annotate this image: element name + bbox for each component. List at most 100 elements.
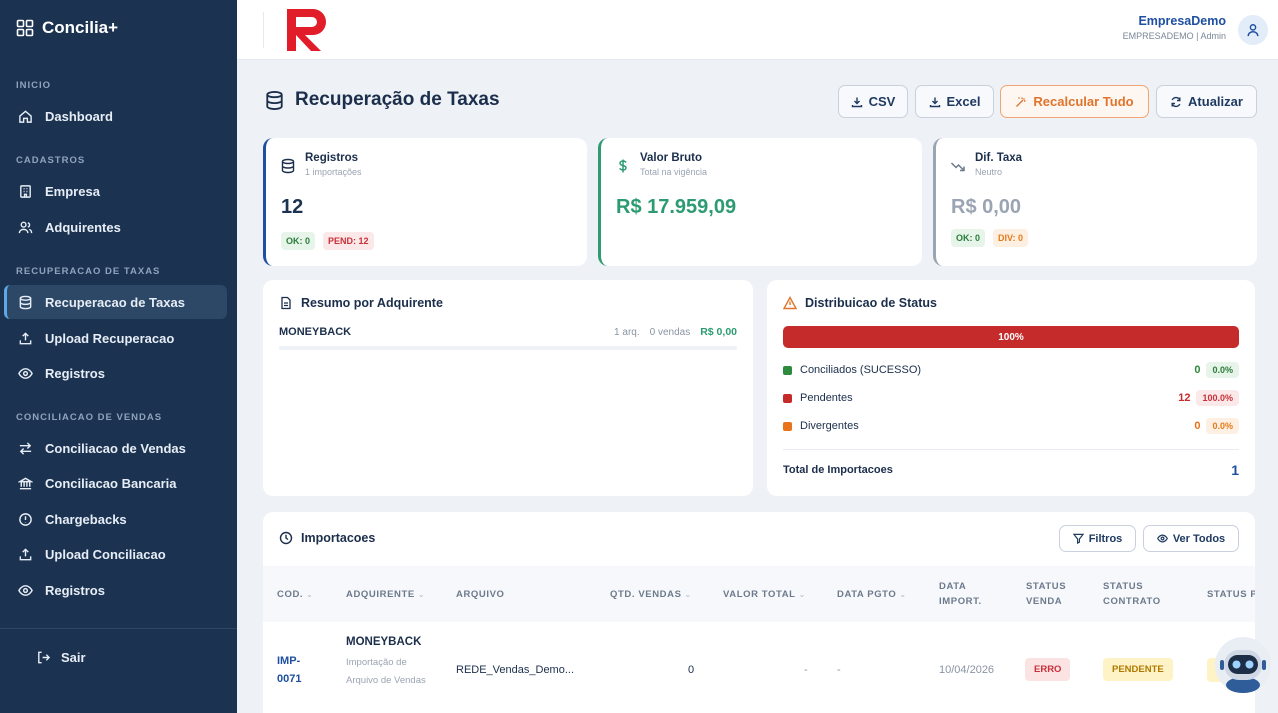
column-header-qtd-vendas[interactable]: QTD. VENDAS ⌄ — [610, 587, 692, 602]
status-badge: ERRO — [1025, 658, 1071, 681]
stat-subtitle: 1 importações — [305, 167, 362, 177]
panel-title: Distribuicao de Status — [783, 296, 937, 310]
page-title: Recuperação de Taxas — [264, 89, 500, 111]
database-icon — [281, 158, 295, 174]
resumo-panel: Resumo por Adquirente MONEYBACK 1 arq. 0… — [263, 280, 753, 496]
sidebar-item-upload-conciliacao[interactable]: Upload Conciliacao — [4, 537, 227, 571]
sales-count: 0 vendas — [649, 326, 691, 338]
column-header-status-p[interactable]: STATUS P — [1207, 587, 1255, 602]
column-header-valor-total[interactable]: VALOR TOTAL ⌄ — [723, 587, 806, 602]
list-item[interactable]: MONEYBACK 1 arq. 0 vendas R$ 0,00 — [279, 326, 737, 338]
pending-badge: PEND: 12 — [323, 232, 374, 250]
clock-icon — [279, 531, 293, 545]
logout-button[interactable]: Sair — [36, 650, 86, 665]
import-date: 10/04/2026 — [939, 664, 995, 676]
stat-card-dif-taxa: Dif. Taxa Neutro R$ 0,00 OK: 0 DIV: 0 — [933, 138, 1257, 266]
stat-card-registros: Registros 1 importações 12 OK: 0 PEND: 1… — [263, 138, 587, 266]
topbar: EmpresaDemo EMPRESADEMO | Admin — [237, 0, 1278, 60]
stat-card-valor-bruto: Valor Bruto Total na vigência R$ 17.959,… — [598, 138, 922, 266]
sidebar: Concilia+ INICIO Dashboard CADASTROS Emp… — [0, 0, 237, 713]
stat-value: R$ 0,00 — [951, 196, 1022, 218]
column-header-data-import[interactable]: DATA IMPORT. — [939, 579, 995, 609]
stat-subtitle: Total na vigência — [640, 167, 708, 177]
stat-title: Valor Bruto — [640, 152, 702, 164]
database-icon — [266, 90, 283, 110]
sidebar-item-conciliacao-bancaria[interactable]: Conciliacao Bancaria — [4, 466, 227, 500]
export-excel-button[interactable]: Excel — [915, 85, 994, 118]
total-imports-value: 1 — [1231, 462, 1239, 478]
ok-badge: OK: 0 — [951, 229, 986, 247]
section-conciliacao: CONCILIACAO DE VENDAS — [16, 412, 163, 423]
avatar[interactable] — [1238, 15, 1268, 45]
imports-panel: Importacoes Filtros Ver Todos COD. ⌄ ADQU… — [263, 512, 1255, 713]
app-name: Concilia+ — [42, 18, 119, 37]
stat-title: Registros — [305, 152, 359, 164]
sidebar-item-chargebacks[interactable]: Chargebacks — [4, 502, 227, 536]
sidebar-item-registros-conciliacao[interactable]: Registros — [4, 573, 227, 607]
export-csv-button[interactable]: CSV — [838, 85, 908, 118]
legend-swatch — [783, 365, 792, 375]
user-icon — [1247, 24, 1259, 37]
dollar-icon — [619, 159, 627, 173]
file-count: 1 arq. — [614, 326, 640, 338]
upload-icon — [19, 547, 32, 560]
status-row-divergentes: Divergentes 0 0.0% — [783, 418, 1239, 434]
upload-icon — [19, 331, 32, 344]
ok-badge: OK: 0 — [281, 232, 316, 250]
user-info[interactable]: EmpresaDemo EMPRESADEMO | Admin — [1123, 14, 1226, 41]
table-header: COD. ⌄ ADQUIRENTE ⌄ ARQUIVO QTD. VENDAS ⌄ V… — [263, 566, 1255, 622]
legend-swatch — [783, 393, 792, 403]
stat-value: 12 — [281, 196, 304, 218]
total-imports-row: Total de Importacoes 1 — [783, 462, 1239, 478]
stat-subtitle: Neutro — [975, 167, 1003, 177]
status-distribution-panel: Distribuicao de Status 100% Conciliados … — [767, 280, 1255, 496]
home-icon — [19, 109, 32, 123]
assistant-bot-icon[interactable] — [1214, 636, 1272, 694]
bank-icon — [18, 477, 33, 489]
alert-circle-icon — [19, 512, 32, 526]
sidebar-item-dashboard[interactable]: Dashboard — [4, 99, 227, 133]
sidebar-item-recuperacao-taxas[interactable]: Recuperacao de Taxas — [4, 285, 227, 319]
user-name: EmpresaDemo — [1138, 14, 1226, 28]
document-icon — [281, 296, 291, 310]
filter-icon — [1072, 533, 1084, 544]
refresh-button[interactable]: Atualizar — [1156, 85, 1257, 118]
sidebar-item-registros-recuperacao[interactable]: Registros — [4, 356, 227, 390]
column-header-status-venda[interactable]: STATUS VENDA — [1026, 579, 1076, 609]
divider — [783, 449, 1239, 450]
eye-icon — [1156, 534, 1168, 543]
import-description: Importação de Arquivo de Vendas — [346, 657, 426, 686]
warning-icon — [783, 296, 797, 310]
trend-down-icon — [950, 162, 965, 172]
column-header-arquivo[interactable]: ARQUIVO — [456, 587, 505, 602]
view-all-button[interactable]: Ver Todos — [1143, 525, 1239, 552]
refresh-icon — [1171, 96, 1181, 107]
payment-date: - — [837, 664, 841, 676]
download-icon — [851, 97, 862, 107]
recalculate-all-button[interactable]: Recalcular Tudo — [1000, 85, 1149, 118]
acquirer-name: MONEYBACK — [346, 636, 422, 648]
column-header-adquirente[interactable]: ADQUIRENTE ⌄ — [346, 587, 425, 602]
filters-button[interactable]: Filtros — [1059, 525, 1136, 552]
sales-quantity: 0 — [688, 664, 695, 676]
building-icon — [20, 184, 31, 198]
column-header-data-pgto[interactable]: DATA PGTO ⌄ — [837, 587, 907, 602]
magic-wand-icon — [1016, 96, 1026, 107]
app-brand[interactable]: Concilia+ — [16, 18, 118, 38]
divergent-badge: DIV: 0 — [993, 229, 1029, 247]
status-badge: PENDENTE — [1103, 658, 1173, 681]
sidebar-item-empresa[interactable]: Empresa — [4, 174, 227, 208]
section-cadastros: CADASTROS — [16, 155, 86, 166]
column-header-status-contrato[interactable]: STATUS CONTRATO — [1103, 579, 1173, 609]
sidebar-item-adquirentes[interactable]: Adquirentes — [4, 210, 227, 244]
sidebar-item-upload-recuperacao[interactable]: Upload Recuperacao — [4, 321, 227, 355]
logout-icon — [38, 651, 51, 664]
database-icon — [19, 295, 32, 309]
stat-value: R$ 17.959,09 — [616, 196, 737, 218]
column-header-cod[interactable]: COD. ⌄ — [277, 587, 313, 602]
panel-title: Importacoes — [279, 531, 375, 545]
r-logo-icon[interactable] — [283, 5, 331, 53]
download-icon — [929, 97, 940, 107]
import-code[interactable]: IMP-0071 — [277, 652, 317, 688]
sidebar-item-conciliacao-vendas[interactable]: Conciliacao de Vendas — [4, 431, 227, 465]
